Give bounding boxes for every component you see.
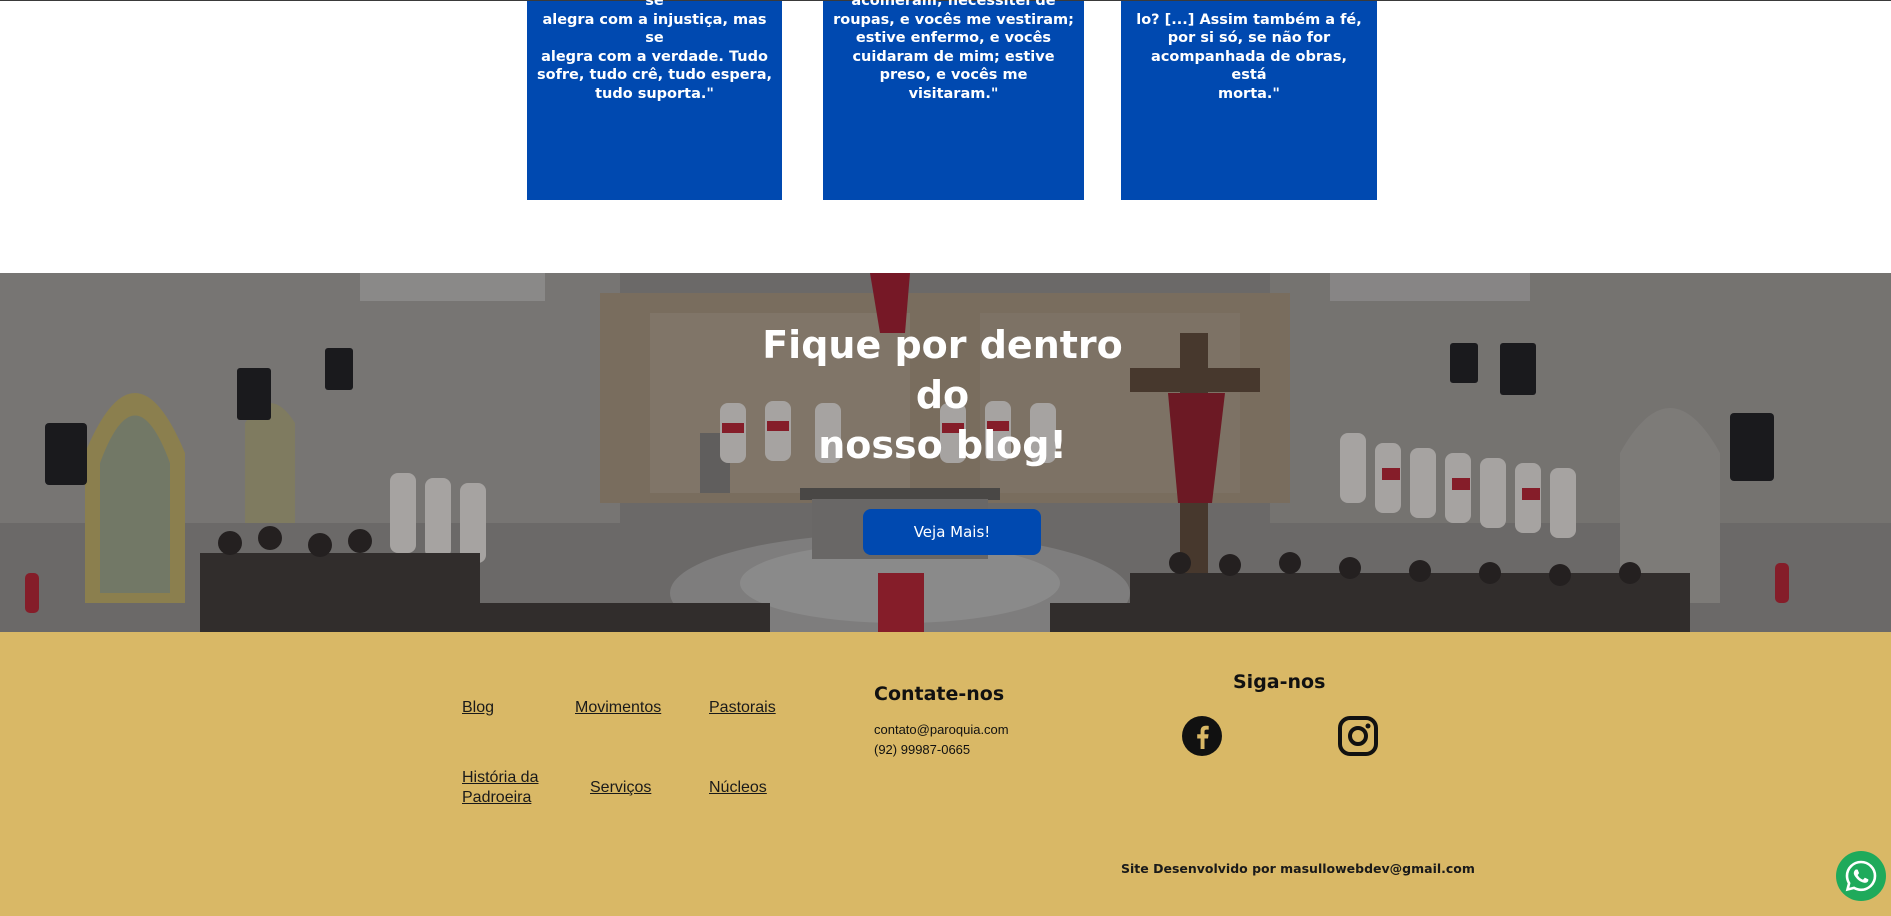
quotes-section: não se ira facilmente, não guarda rancor… <box>0 0 1891 273</box>
quote-text: lo? [...] Assim também a fé, por si só, … <box>1136 11 1362 102</box>
footer-link-blog[interactable]: Blog <box>462 698 494 718</box>
contact-email: contato@paroquia.com <box>874 722 1009 737</box>
banner-title: Fique por dentro do nosso blog! <box>0 320 1891 470</box>
footer-link-servicos[interactable]: Serviços <box>590 778 651 798</box>
quote-card: não se ira facilmente, não guarda rancor… <box>527 0 782 200</box>
developer-credit: Site Desenvolvido por masullowebdev@gmai… <box>1121 861 1475 876</box>
footer-link-nucleos[interactable]: Núcleos <box>709 778 767 798</box>
footer-link-pastorais[interactable]: Pastorais <box>709 698 776 718</box>
follow-heading: Siga-nos <box>1233 671 1326 693</box>
blog-banner: Fique por dentro do nosso blog! Veja Mai… <box>0 273 1891 632</box>
contact-heading: Contate-nos <box>874 683 1005 705</box>
quote-card: lo? [...] Assim também a fé, por si só, … <box>1121 1 1377 200</box>
footer-link-movimentos[interactable]: Movimentos <box>575 698 661 718</box>
contact-phone: (92) 99987-0665 <box>874 742 971 757</box>
footer-link-historia-padroeira[interactable]: História da Padroeira <box>462 768 538 808</box>
instagram-icon[interactable] <box>1337 715 1379 757</box>
quote-text: não se ira facilmente, não guarda rancor… <box>537 0 772 102</box>
quote-card: acolheram; necessitei de roupas, e vocês… <box>823 0 1084 200</box>
whatsapp-icon[interactable] <box>1836 851 1886 901</box>
veja-mais-button[interactable]: Veja Mais! <box>863 509 1041 555</box>
footer: Blog Movimentos Pastorais História da Pa… <box>0 632 1891 916</box>
quote-text: acolheram; necessitei de roupas, e vocês… <box>833 0 1074 102</box>
facebook-icon[interactable] <box>1181 715 1223 757</box>
banner-title-text: Fique por dentro do nosso blog! <box>762 323 1123 467</box>
